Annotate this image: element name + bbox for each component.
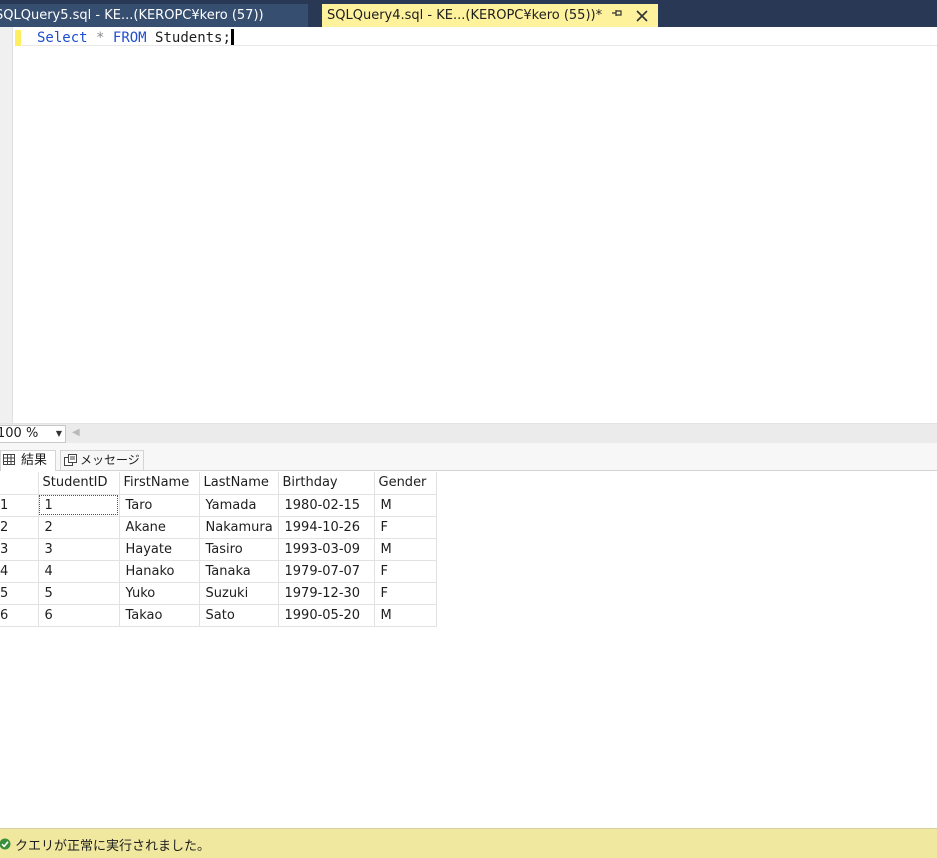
grid-cell[interactable]: 1 (38, 494, 120, 517)
grid-header-row: StudentID FirstName LastName Birthday Ge… (0, 472, 437, 495)
operator-star: * (96, 30, 105, 46)
grid-cell[interactable]: 4 (38, 560, 120, 583)
grid-cell[interactable]: Takao (119, 604, 200, 627)
grid-cell[interactable]: F (374, 516, 437, 539)
grid-cell[interactable]: F (374, 560, 437, 583)
grid-cell[interactable]: 1993-03-09 (278, 538, 375, 561)
grid-icon (3, 452, 15, 465)
grid-cell[interactable]: Yamada (199, 494, 279, 517)
row-number[interactable]: 2 (0, 516, 39, 539)
table-row: 4 4 Hanako Tanaka 1979-07-07 F (0, 560, 437, 583)
column-header[interactable]: FirstName (119, 472, 200, 495)
close-icon[interactable] (636, 4, 648, 27)
results-grid: StudentID FirstName LastName Birthday Ge… (0, 472, 437, 627)
grid-cell[interactable]: 5 (38, 582, 120, 605)
grid-cell[interactable]: M (374, 538, 437, 561)
grid-cell[interactable]: Tasiro (199, 538, 279, 561)
zoom-scroll-bar: 100 % ▼ ◀ (0, 423, 937, 443)
table-identifier: Students; (155, 30, 231, 46)
grid-cell[interactable]: Suzuki (199, 582, 279, 605)
column-header[interactable]: LastName (199, 472, 279, 495)
keyword-from: FROM (112, 30, 147, 46)
column-header[interactable]: Birthday (278, 472, 375, 495)
row-number[interactable]: 3 (0, 538, 39, 561)
row-number[interactable]: 4 (0, 560, 39, 583)
grid-corner[interactable] (0, 472, 39, 495)
editor-margin (0, 27, 13, 423)
grid-cell[interactable]: 3 (38, 538, 120, 561)
text-caret (230, 29, 234, 45)
table-row: 3 3 Hayate Tasiro 1993-03-09 M (0, 538, 437, 561)
current-line-highlight (22, 45, 937, 46)
grid-cell[interactable]: F (374, 582, 437, 605)
grid-cell[interactable]: Taro (119, 494, 200, 517)
table-row: 5 5 Yuko Suzuki 1979-12-30 F (0, 582, 437, 605)
tab-label: SQLQuery5.sql - KE...(KEROPC¥kero (57)) (0, 8, 264, 23)
keyword-select: Select (37, 30, 88, 46)
grid-cell[interactable]: 1980-02-15 (278, 494, 375, 517)
tab-sqlquery5[interactable]: SQLQuery5.sql - KE...(KEROPC¥kero (57)) (0, 4, 308, 27)
table-row: 2 2 Akane Nakamura 1994-10-26 F (0, 516, 437, 539)
grid-cell[interactable]: 1979-12-30 (278, 582, 375, 605)
grid-cell[interactable]: Hanako (119, 560, 200, 583)
change-indicator (15, 30, 21, 46)
grid-cell[interactable]: 1990-05-20 (278, 604, 375, 627)
message-icon (64, 453, 77, 466)
tab-messages[interactable]: メッセージ (60, 450, 144, 471)
grid-cell[interactable]: Yuko (119, 582, 200, 605)
zoom-dropdown[interactable]: 100 % ▼ (0, 425, 66, 443)
scroll-left-icon[interactable]: ◀ (72, 427, 80, 438)
column-header[interactable]: Gender (374, 472, 437, 495)
grid-cell[interactable]: 2 (38, 516, 120, 539)
grid-cell[interactable]: 1994-10-26 (278, 516, 375, 539)
success-check-icon (0, 838, 11, 850)
tab-results[interactable]: 結果 (0, 450, 56, 471)
tab-label: SQLQuery4.sql - KE...(KEROPC¥kero (55))* (327, 8, 603, 23)
column-header[interactable]: StudentID (38, 472, 120, 495)
zoom-value: 100 % (0, 426, 39, 441)
tab-sqlquery4-active[interactable]: SQLQuery4.sql - KE...(KEROPC¥kero (55))* (322, 4, 658, 27)
grid-cell[interactable]: Sato (199, 604, 279, 627)
query-editor[interactable]: Select * FROM Students; (0, 27, 937, 423)
status-bar: クエリが正常に実行されました。 (0, 828, 937, 858)
result-tabs: 結果 メッセージ (0, 443, 937, 471)
tab-results-label: 結果 (21, 453, 48, 468)
chevron-down-icon: ▼ (55, 429, 62, 438)
grid-cell[interactable]: Hayate (119, 538, 200, 561)
grid-cell[interactable]: Tanaka (199, 560, 279, 583)
tab-messages-label: メッセージ (80, 453, 140, 467)
row-number[interactable]: 6 (0, 604, 39, 627)
grid-cell[interactable]: 1979-07-07 (278, 560, 375, 583)
status-message: クエリが正常に実行されました。 (15, 839, 211, 854)
pin-icon[interactable] (611, 4, 623, 27)
table-row: 1 1 Taro Yamada 1980-02-15 M (0, 494, 437, 517)
grid-cell[interactable]: Nakamura (199, 516, 279, 539)
table-row: 6 6 Takao Sato 1990-05-20 M (0, 604, 437, 627)
grid-cell[interactable]: M (374, 604, 437, 627)
results-grid-area: StudentID FirstName LastName Birthday Ge… (0, 472, 937, 828)
row-number[interactable]: 5 (0, 582, 39, 605)
document-tab-strip: SQLQuery5.sql - KE...(KEROPC¥kero (57)) … (0, 0, 937, 27)
grid-cell[interactable]: 6 (38, 604, 120, 627)
grid-cell[interactable]: Akane (119, 516, 200, 539)
row-number[interactable]: 1 (0, 494, 39, 517)
grid-cell[interactable]: M (374, 494, 437, 517)
